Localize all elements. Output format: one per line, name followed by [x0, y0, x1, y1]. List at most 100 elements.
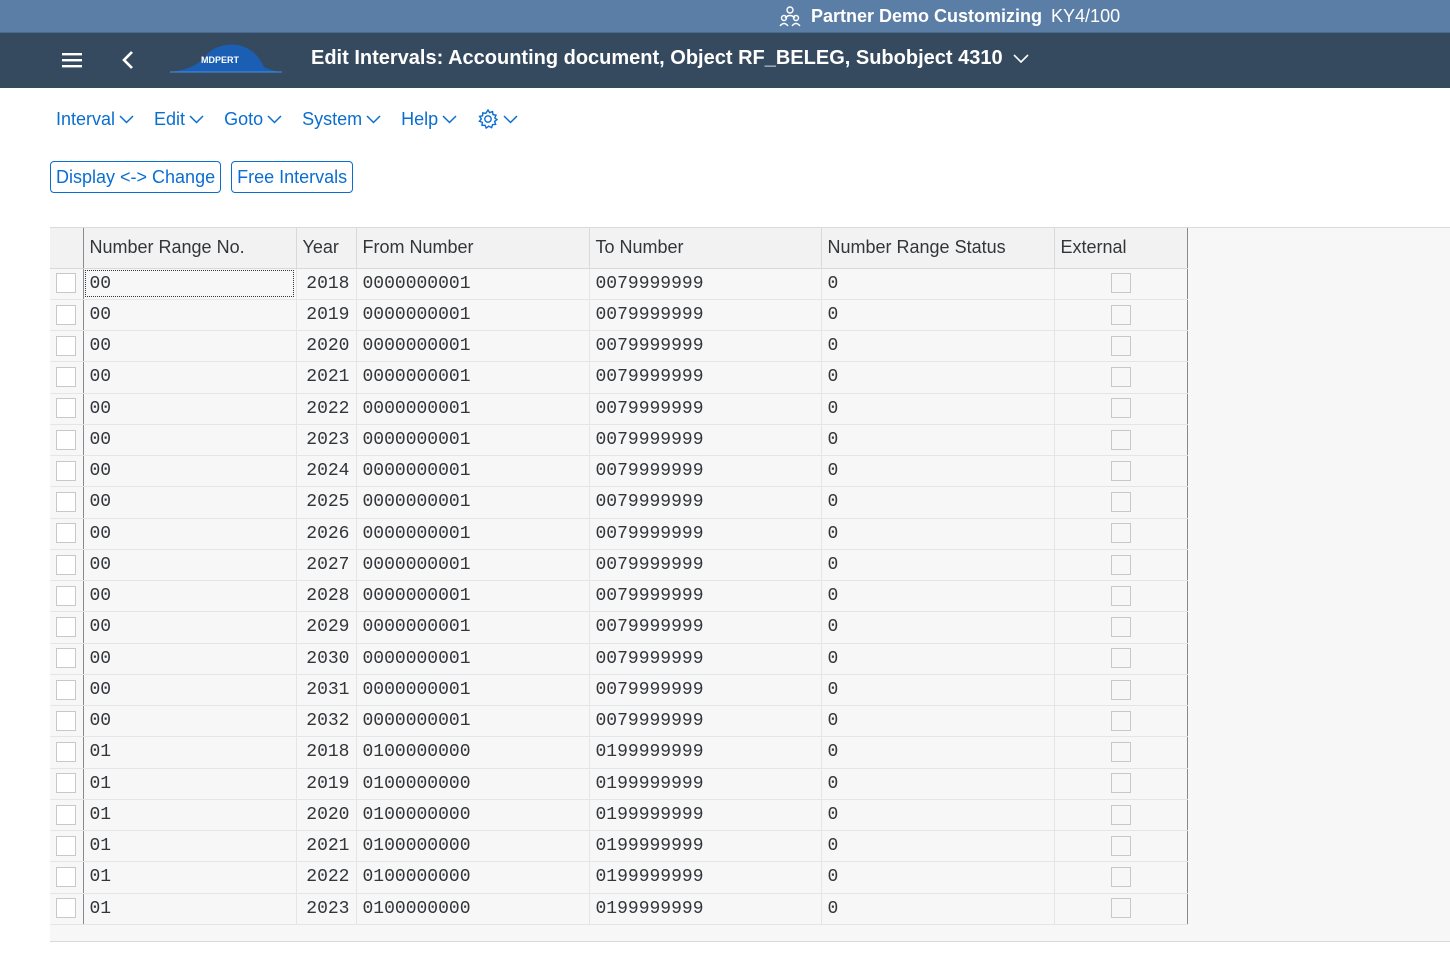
row-selector-cell[interactable]: [50, 268, 84, 300]
row-select-checkbox[interactable]: [56, 679, 77, 700]
row-select-checkbox[interactable]: [56, 398, 77, 419]
column-header-to-number[interactable]: To Number: [589, 228, 822, 269]
menu-goto[interactable]: Goto: [224, 109, 282, 130]
cell-number-range[interactable]: 01: [83, 799, 297, 832]
row-select-checkbox[interactable]: [56, 742, 77, 762]
cell-status[interactable]: 0: [821, 455, 1055, 488]
table-row[interactable]: 00 2020 0000000001 0079999999 0: [50, 330, 1188, 363]
cell-status[interactable]: 0: [821, 330, 1055, 363]
table-row[interactable]: 00 2027 0000000001 0079999999 0: [50, 549, 1188, 582]
row-selector-cell[interactable]: [50, 861, 84, 894]
cell-number-range[interactable]: 00: [83, 705, 297, 738]
row-selector-cell[interactable]: [50, 549, 84, 582]
table-row[interactable]: 00 2022 0000000001 0079999999 0: [50, 393, 1188, 425]
cell-number-range[interactable]: 00: [83, 424, 297, 457]
row-selector-cell[interactable]: [50, 830, 84, 863]
cell-status[interactable]: 0: [821, 268, 1055, 300]
table-row[interactable]: 01 2022 0100000000 0199999999 0: [50, 861, 1188, 894]
cell-number-range[interactable]: 01: [83, 893, 297, 925]
column-header-year[interactable]: Year: [296, 228, 357, 269]
table-row[interactable]: 00 2025 0000000001 0079999999 0: [50, 486, 1188, 519]
menu-system[interactable]: System: [302, 109, 381, 130]
cell-from-number[interactable]: 0100000000: [356, 799, 590, 832]
cell-to-number[interactable]: 0079999999: [589, 361, 822, 394]
row-selector-cell[interactable]: [50, 674, 84, 707]
cell-number-range[interactable]: 00: [83, 330, 297, 363]
cell-from-number[interactable]: 0000000001: [356, 486, 590, 519]
cell-year[interactable]: 2020: [296, 330, 357, 363]
cell-number-range[interactable]: 00: [83, 486, 297, 519]
row-selector-cell[interactable]: [50, 330, 84, 363]
cell-year[interactable]: 2019: [296, 768, 357, 800]
cell-number-range[interactable]: 00: [83, 455, 297, 488]
cell-to-number[interactable]: 0199999999: [589, 893, 822, 925]
row-selector-cell[interactable]: [50, 705, 84, 738]
column-header-from-number[interactable]: From Number: [356, 228, 590, 269]
cell-to-number[interactable]: 0079999999: [589, 330, 822, 363]
cell-from-number[interactable]: 0000000001: [356, 705, 590, 738]
menu-help[interactable]: Help: [401, 109, 457, 130]
cell-number-range[interactable]: 01: [83, 768, 297, 800]
table-row[interactable]: 01 2019 0100000000 0199999999 0: [50, 768, 1188, 800]
row-select-checkbox[interactable]: [56, 710, 77, 731]
row-selector-cell[interactable]: [50, 299, 84, 332]
column-header-number-range[interactable]: Number Range No.: [83, 228, 297, 269]
cell-status[interactable]: 0: [821, 361, 1055, 394]
back-arrow-icon[interactable]: [118, 48, 138, 72]
cell-year[interactable]: 2019: [296, 299, 357, 332]
cell-to-number[interactable]: 0079999999: [589, 518, 822, 550]
cell-number-range[interactable]: 01: [83, 861, 297, 894]
table-row[interactable]: 00 2032 0000000001 0079999999 0: [50, 705, 1188, 738]
row-select-checkbox[interactable]: [56, 460, 77, 481]
row-selector-cell[interactable]: [50, 580, 84, 613]
column-header-external[interactable]: External: [1054, 228, 1188, 269]
free-intervals-button[interactable]: Free Intervals: [231, 161, 354, 193]
cell-from-number[interactable]: 0000000001: [356, 268, 590, 300]
cell-from-number[interactable]: 0000000001: [356, 330, 590, 363]
row-selector-cell[interactable]: [50, 893, 84, 925]
row-select-checkbox[interactable]: [56, 585, 77, 606]
cell-from-number[interactable]: 0100000000: [356, 830, 590, 863]
cell-number-range[interactable]: 01: [83, 736, 297, 769]
row-select-checkbox[interactable]: [56, 492, 77, 512]
cell-status[interactable]: 0: [821, 861, 1055, 894]
page-title[interactable]: Edit Intervals: Accounting document, Obj…: [311, 47, 1029, 70]
cell-year[interactable]: 2025: [296, 486, 357, 519]
cell-from-number[interactable]: 0000000001: [356, 518, 590, 550]
table-row[interactable]: 00 2026 0000000001 0079999999 0: [50, 518, 1188, 550]
table-row[interactable]: 00 2023 0000000001 0079999999 0: [50, 424, 1188, 457]
cell-from-number[interactable]: 0000000001: [356, 455, 590, 488]
cell-from-number[interactable]: 0000000001: [356, 299, 590, 332]
table-row[interactable]: 00 2030 0000000001 0079999999 0: [50, 643, 1188, 675]
cell-year[interactable]: 2022: [296, 393, 357, 425]
cell-year[interactable]: 2028: [296, 580, 357, 613]
cell-status[interactable]: 0: [821, 768, 1055, 800]
cell-number-range[interactable]: 00: [83, 268, 297, 300]
cell-status[interactable]: 0: [821, 736, 1055, 769]
cell-status[interactable]: 0: [821, 643, 1055, 675]
cell-year[interactable]: 2031: [296, 674, 357, 707]
cell-to-number[interactable]: 0079999999: [589, 611, 822, 644]
column-header-status[interactable]: Number Range Status: [821, 228, 1055, 269]
cell-status[interactable]: 0: [821, 424, 1055, 457]
cell-year[interactable]: 2021: [296, 361, 357, 394]
table-row[interactable]: 00 2024 0000000001 0079999999 0: [50, 455, 1188, 488]
cell-to-number[interactable]: 0199999999: [589, 768, 822, 800]
cell-number-range[interactable]: 00: [83, 393, 297, 425]
cell-from-number[interactable]: 0000000001: [356, 643, 590, 675]
cell-from-number[interactable]: 0000000001: [356, 611, 590, 644]
cell-to-number[interactable]: 0079999999: [589, 674, 822, 707]
row-select-checkbox[interactable]: [56, 304, 77, 325]
row-selector-cell[interactable]: [50, 768, 84, 800]
row-selector-cell[interactable]: [50, 799, 84, 832]
cell-status[interactable]: 0: [821, 893, 1055, 925]
cell-from-number[interactable]: 0000000001: [356, 424, 590, 457]
cell-from-number[interactable]: 0100000000: [356, 736, 590, 769]
cell-year[interactable]: 2023: [296, 893, 357, 925]
cell-to-number[interactable]: 0079999999: [589, 705, 822, 738]
row-selector-cell[interactable]: [50, 361, 84, 394]
cell-to-number[interactable]: 0079999999: [589, 393, 822, 425]
cell-from-number[interactable]: 0100000000: [356, 861, 590, 894]
row-selector-cell[interactable]: [50, 611, 84, 644]
table-row[interactable]: 00 2029 0000000001 0079999999 0: [50, 611, 1188, 644]
